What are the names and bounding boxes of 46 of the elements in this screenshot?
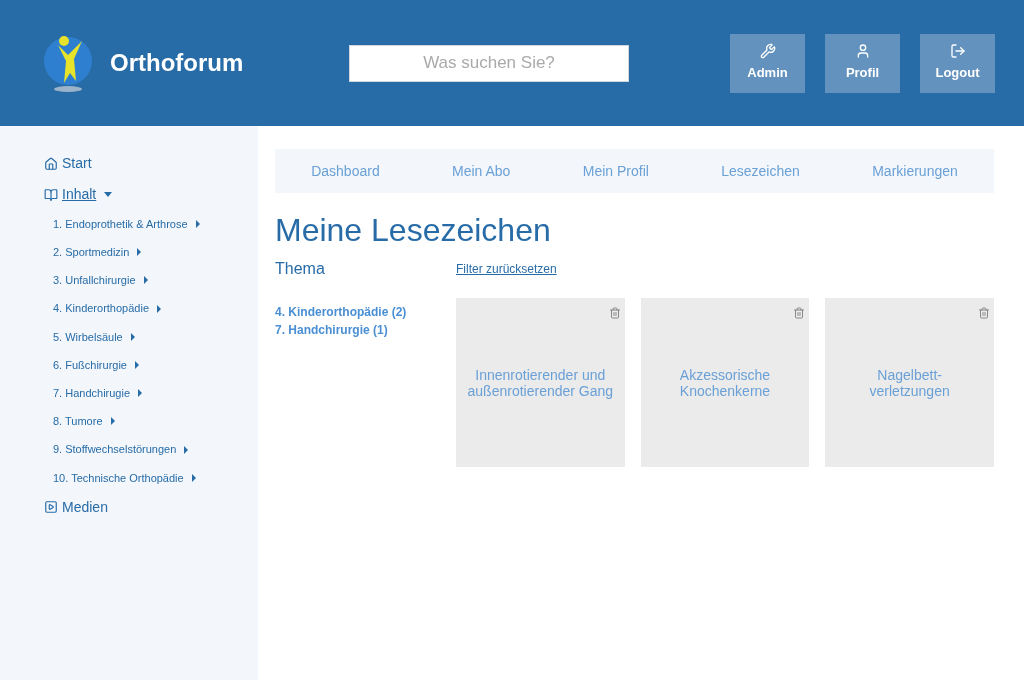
page-title: Meine Lesezeichen	[275, 211, 552, 249]
caret-icon	[184, 445, 189, 454]
sidebar-subitem[interactable]: 3. Unfallchirurgie	[53, 266, 258, 295]
trash-icon[interactable]	[608, 307, 621, 319]
logo-icon	[42, 33, 94, 93]
home-icon	[44, 156, 58, 171]
wrench-icon	[759, 43, 776, 60]
topic-filter-link[interactable]: 4. Kinderorthopädie (2)	[275, 303, 456, 321]
caret-icon	[143, 276, 148, 285]
profile-button[interactable]: Profil	[825, 33, 900, 93]
brand-name: Orthoforum	[110, 48, 244, 78]
search-field[interactable]: Was suchen Sie?	[349, 44, 629, 82]
topic-filter-link[interactable]: 7. Handchirurgie (1)	[275, 321, 456, 339]
logout-icon	[949, 43, 966, 60]
sidebar-subitem[interactable]: 1. Endoprothetik & Arthrose	[53, 210, 258, 239]
sidebar-subitem[interactable]: 9. Stoffwechselstörungen	[53, 435, 258, 464]
filter-label: Thema	[275, 259, 326, 279]
caret-icon	[130, 332, 135, 341]
caret-icon	[110, 417, 115, 426]
sidebar-item[interactable]: Medien	[44, 491, 258, 523]
sidebar-subitem[interactable]: 5. Wirbelsäule	[53, 322, 258, 351]
logout-button[interactable]: Logout	[920, 33, 995, 93]
sidebar-item[interactable]: Start	[44, 148, 258, 179]
caret-icon	[191, 473, 196, 482]
caret-icon	[138, 389, 143, 398]
caret-icon	[135, 361, 139, 370]
play-icon	[44, 500, 58, 515]
sidebar-subitem[interactable]: 7. Handchirugie	[53, 379, 258, 408]
admin-button[interactable]: Admin	[730, 33, 805, 93]
caret-icon	[157, 304, 161, 313]
caret-icon	[195, 220, 200, 229]
sidebar-subitem[interactable]: 2. Sportmedizin	[53, 238, 258, 267]
trash-icon[interactable]	[978, 307, 990, 319]
book-icon	[44, 187, 58, 202]
bookmark-title: Innenrotierender und außenrotierender Gang	[466, 366, 615, 399]
bookmark-title: Nagelbett- verletzungen	[868, 366, 951, 399]
caret-icon	[104, 192, 113, 197]
caret-icon	[137, 248, 142, 257]
sidebar-item[interactable]: Inhalt	[44, 179, 258, 210]
sidebar-subitem[interactable]: 6. Fußchirurgie	[53, 350, 258, 380]
sidebar-subitem[interactable]: 10. Technische Orthopädie	[53, 463, 258, 492]
reset-filter-link[interactable]: Filter zurücksetzen	[456, 260, 994, 278]
sidebar-subitem[interactable]: 4. Kinderorthopädie	[53, 294, 258, 323]
bookmark-title: Akzessorische Knochenkerne	[678, 366, 772, 399]
trash-icon[interactable]	[793, 307, 806, 319]
sidebar-subitem[interactable]: 8. Tumore	[53, 407, 258, 436]
